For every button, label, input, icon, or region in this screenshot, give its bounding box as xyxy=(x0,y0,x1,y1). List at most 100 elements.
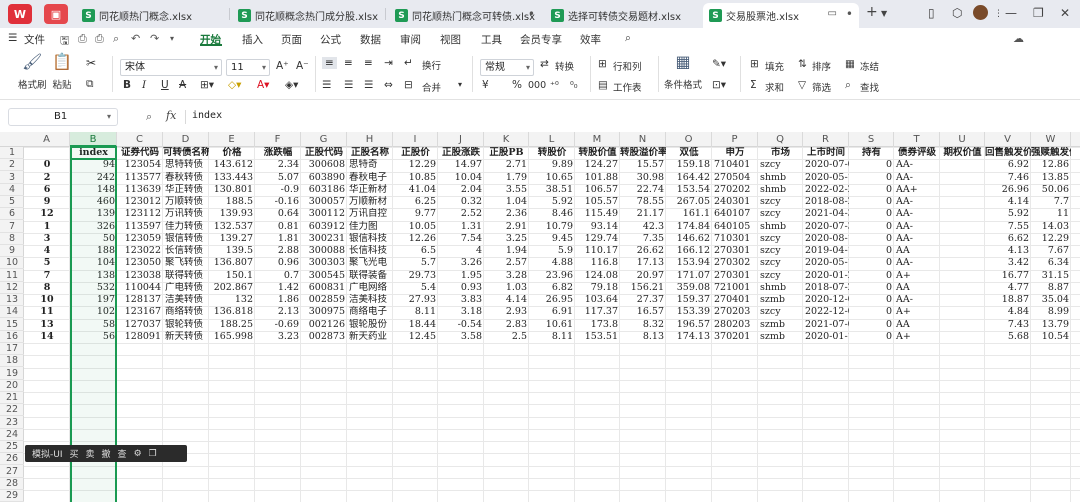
table-cell[interactable]: 2.83 xyxy=(484,319,529,331)
rows-cols-button[interactable]: 行和列 xyxy=(613,59,642,73)
table-cell[interactable]: 115.49 xyxy=(575,208,620,220)
table-cell[interactable]: 13.85 xyxy=(1031,172,1071,184)
column-header-L[interactable]: L xyxy=(529,132,575,147)
table-cell[interactable]: 2.57 xyxy=(484,257,529,269)
column-header-W[interactable]: W xyxy=(1031,132,1071,147)
menu-tools[interactable]: 工具 xyxy=(481,32,502,47)
table-cell[interactable]: 123038 xyxy=(117,270,163,282)
layout-icon[interactable]: ▯ xyxy=(928,6,935,20)
table-cell[interactable]: 1.42 xyxy=(255,282,301,294)
table-cell[interactable]: 640107 xyxy=(712,208,758,220)
table-cell[interactable]: 5.92 xyxy=(985,208,1031,220)
convert-icon[interactable]: ⇄ xyxy=(540,58,549,70)
table-cell[interactable]: 164.42 xyxy=(666,172,712,184)
table-cell[interactable]: 5.4 xyxy=(393,282,438,294)
wrap-text-button[interactable]: 换行 xyxy=(422,58,441,72)
table-cell[interactable]: 2020-01-1 xyxy=(803,331,849,343)
close-icon[interactable]: ✕ xyxy=(1060,6,1070,20)
table-cell[interactable]: 127037 xyxy=(117,319,163,331)
table-cell[interactable]: 1.04 xyxy=(484,196,529,208)
table-cell[interactable]: 3.18 xyxy=(438,306,484,318)
table-cell[interactable]: 1.31 xyxy=(438,221,484,233)
header-cell[interactable]: 涨跌幅 xyxy=(255,147,301,159)
table-cell[interactable]: 123054 xyxy=(117,159,163,171)
worksheet-icon[interactable]: ▤ xyxy=(598,79,608,91)
percent-button[interactable]: % xyxy=(512,79,522,91)
cell-border-icon[interactable]: ⊡▾ xyxy=(712,79,726,91)
table-cell[interactable]: 5 xyxy=(24,257,70,269)
chevron-down-icon[interactable]: ▼ xyxy=(881,9,887,18)
table-cell[interactable]: 78.55 xyxy=(620,196,666,208)
table-cell[interactable]: 广电网络 xyxy=(347,282,393,294)
table-cell[interactable]: 17.13 xyxy=(620,257,666,269)
column-header-P[interactable]: P xyxy=(712,132,758,147)
table-cell[interactable]: 35.04 xyxy=(1031,294,1071,306)
table-cell[interactable]: 171.07 xyxy=(666,270,712,282)
new-tab-plus-icon[interactable]: + xyxy=(866,4,878,20)
header-cell[interactable]: 回售触发价 xyxy=(985,147,1031,159)
table-cell[interactable]: 11 xyxy=(1031,208,1071,220)
table-cell[interactable]: 132 xyxy=(209,294,255,306)
table-cell[interactable]: 0 xyxy=(849,196,894,208)
table-cell[interactable]: 136.807 xyxy=(209,257,255,269)
row-header-11[interactable]: 11 xyxy=(0,270,24,282)
header-cell[interactable]: 正股PB xyxy=(484,147,529,159)
header-cell[interactable]: 双低 xyxy=(666,147,712,159)
table-cell[interactable]: 3.28 xyxy=(484,270,529,282)
table-cell[interactable]: 139.5 xyxy=(209,245,255,257)
header-cell[interactable]: 申万 xyxy=(712,147,758,159)
sort-icon[interactable]: ⇅ xyxy=(798,58,807,70)
table-cell[interactable]: 银信科技 xyxy=(347,233,393,245)
table-cell[interactable]: 15.57 xyxy=(620,159,666,171)
number-format-select[interactable]: 常规 ▾ xyxy=(480,59,534,76)
align-top-icon[interactable]: ≡ xyxy=(322,57,337,69)
menu-review[interactable]: 审阅 xyxy=(400,32,421,47)
table-cell[interactable]: 270504 xyxy=(712,172,758,184)
pdf-logo-icon[interactable]: ▣ xyxy=(44,4,68,24)
float-toolbar-item[interactable]: ❐ xyxy=(149,449,157,459)
row-header-7[interactable]: 7 xyxy=(0,221,24,233)
row-header-10[interactable]: 10 xyxy=(0,257,24,270)
column-header-F[interactable]: F xyxy=(255,132,301,147)
row-header-20[interactable]: 20 xyxy=(0,380,24,392)
table-cell[interactable]: 4.84 xyxy=(985,306,1031,318)
table-cell[interactable]: 123012 xyxy=(117,196,163,208)
table-cell[interactable]: 12.29 xyxy=(393,159,438,171)
float-toolbar-item[interactable]: 买 xyxy=(70,447,79,460)
header-cell[interactable]: 持有 xyxy=(849,147,894,159)
row-header-14[interactable]: 14 xyxy=(0,306,24,319)
table-cell[interactable]: 8.11 xyxy=(393,306,438,318)
table-cell[interactable]: 春秋电子 xyxy=(347,172,393,184)
table-cell[interactable]: 710301 xyxy=(712,233,758,245)
column-header-R[interactable]: R xyxy=(803,132,849,147)
minimize-icon[interactable]: — xyxy=(1005,6,1017,20)
row-header-21[interactable]: 21 xyxy=(0,392,24,404)
table-cell[interactable]: 0.7 xyxy=(255,270,301,282)
table-cell[interactable]: 华正转债 xyxy=(163,184,209,196)
undo-icon[interactable]: ↶ xyxy=(131,32,140,45)
table-cell[interactable]: AA xyxy=(894,282,940,294)
table-cell[interactable]: 150.1 xyxy=(209,270,255,282)
wps-logo-icon[interactable]: W xyxy=(8,4,32,24)
row-header-25[interactable]: 25 xyxy=(0,441,24,453)
formula-input[interactable]: index xyxy=(192,110,222,121)
header-cell[interactable]: 债券评级 xyxy=(894,147,940,159)
find-button[interactable]: 查找 xyxy=(860,80,879,94)
indent-icon[interactable]: ⇥ xyxy=(384,57,393,69)
font-size-select[interactable]: 11 ▾ xyxy=(226,59,270,76)
table-cell[interactable]: 洁美转债 xyxy=(163,294,209,306)
table-cell[interactable]: 佳力转债 xyxy=(163,221,209,233)
table-cell[interactable]: 0 xyxy=(849,184,894,196)
table-cell[interactable]: 105.57 xyxy=(575,196,620,208)
name-box[interactable]: B1 ▾ xyxy=(8,108,118,126)
table-cell[interactable]: 42.3 xyxy=(620,221,666,233)
table-cell[interactable]: 5.9 xyxy=(529,245,575,257)
header-cell[interactable]: 正股名称 xyxy=(347,147,393,159)
column-header-E[interactable]: E xyxy=(209,132,255,147)
table-cell[interactable]: 300545 xyxy=(301,270,347,282)
fill-button[interactable]: 填充 xyxy=(765,59,784,73)
column-header-H[interactable]: H xyxy=(347,132,393,147)
table-cell[interactable]: 新天药业 xyxy=(347,331,393,343)
row-header-6[interactable]: 6 xyxy=(0,208,24,221)
table-cell[interactable]: 9.45 xyxy=(529,233,575,245)
